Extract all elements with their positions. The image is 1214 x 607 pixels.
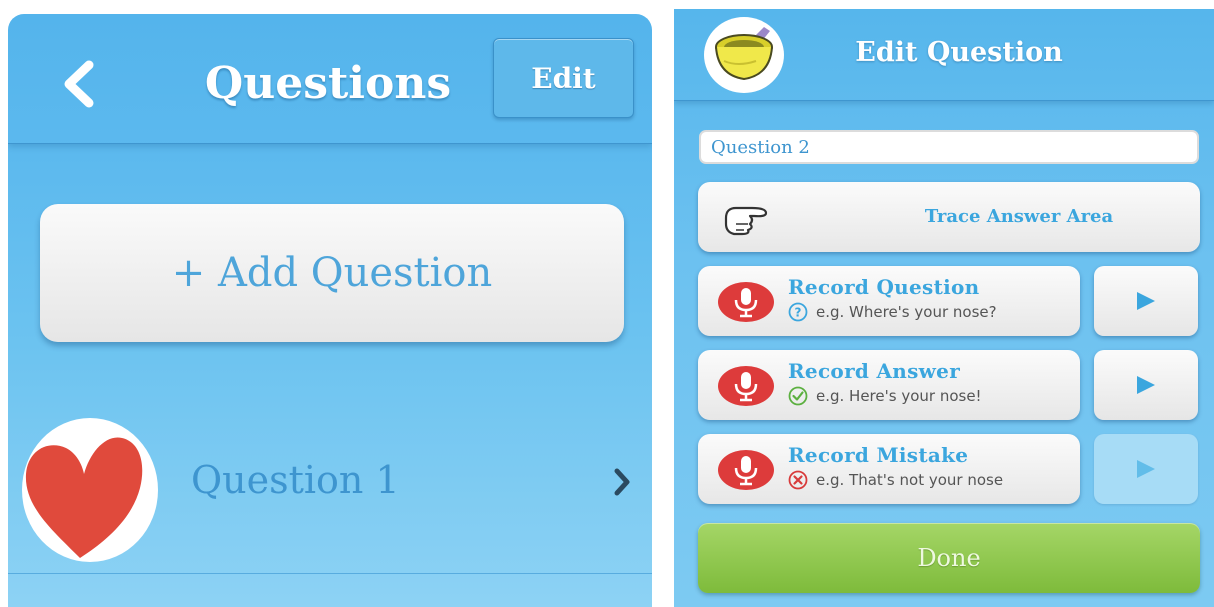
record-answer-hint: e.g. Here's your nose!	[816, 387, 982, 405]
edit-question-screen: Edit Question Trace Answer Area Record Q…	[674, 9, 1214, 607]
chevron-left-icon	[64, 60, 94, 108]
cup-icon	[715, 27, 773, 81]
record-question-label: Record Question	[788, 275, 980, 299]
hint-row: e.g. That's not your nose	[788, 470, 1003, 490]
record-answer-button[interactable]: Record Answer e.g. Here's your nose!	[698, 350, 1080, 420]
play-icon	[1137, 376, 1155, 394]
edit-question-header: Edit Question	[674, 9, 1214, 101]
question-avatar[interactable]	[704, 17, 784, 93]
play-icon	[1137, 292, 1155, 310]
question-name-input[interactable]	[699, 130, 1199, 164]
play-answer-button[interactable]	[1094, 350, 1198, 420]
questions-header: Questions Edit	[8, 14, 652, 144]
add-question-button[interactable]: + Add Question	[40, 204, 624, 342]
trace-answer-label: Trace Answer Area	[924, 206, 1114, 227]
record-question-hint: e.g. Where's your nose?	[816, 303, 997, 321]
questions-screen: Questions Edit + Add Question Question 1	[8, 14, 652, 607]
chevron-right-icon	[614, 468, 630, 496]
microphone-icon	[718, 282, 774, 322]
back-button[interactable]	[58, 54, 98, 114]
question-thumbnail	[22, 418, 158, 562]
check-circle-icon	[788, 386, 808, 406]
chevron-right-container	[610, 464, 634, 500]
question-list-item[interactable]: Question 1	[8, 406, 652, 574]
play-mistake-button[interactable]	[1094, 434, 1198, 504]
question-title: Question 1	[191, 458, 400, 502]
question-circle-icon: ?	[788, 302, 808, 322]
trace-answer-area-button[interactable]: Trace Answer Area	[698, 182, 1200, 252]
record-mistake-label: Record Mistake	[788, 443, 969, 467]
play-question-button[interactable]	[1094, 266, 1198, 336]
record-mistake-button[interactable]: Record Mistake e.g. That's not your nose	[698, 434, 1080, 504]
edit-button[interactable]: Edit	[493, 38, 634, 118]
hint-row: ? e.g. Where's your nose?	[788, 302, 997, 322]
x-circle-icon	[788, 470, 808, 490]
record-mistake-hint: e.g. That's not your nose	[816, 471, 1004, 489]
microphone-icon	[718, 450, 774, 490]
record-question-button[interactable]: Record Question ? e.g. Where's your nose…	[698, 266, 1080, 336]
page-title: Questions	[204, 58, 452, 109]
page-title: Edit Question	[855, 37, 1063, 68]
hint-row: e.g. Here's your nose!	[788, 386, 982, 406]
play-icon	[1137, 460, 1155, 478]
heart-icon	[25, 437, 143, 558]
record-answer-label: Record Answer	[788, 359, 961, 383]
done-button[interactable]: Done	[698, 523, 1200, 593]
svg-text:?: ?	[795, 306, 802, 320]
microphone-icon	[718, 366, 774, 406]
